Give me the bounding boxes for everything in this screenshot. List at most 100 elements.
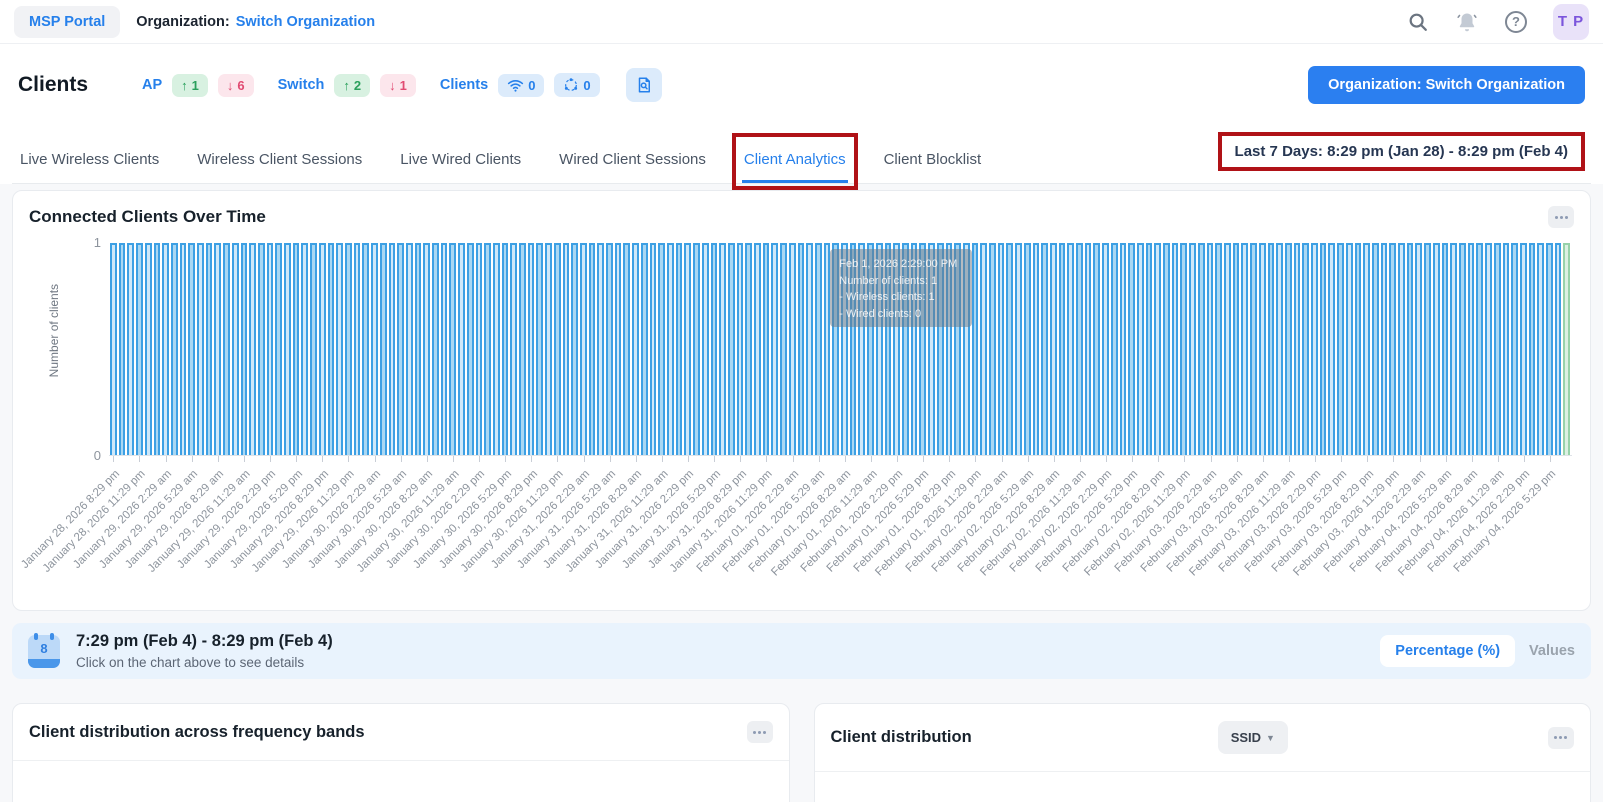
chart-bar[interactable] — [1189, 243, 1196, 455]
chart-bar[interactable] — [1136, 243, 1144, 455]
chart-bar[interactable] — [1102, 243, 1109, 455]
chart-bar[interactable] — [318, 243, 326, 455]
bell-icon[interactable] — [1455, 10, 1479, 34]
chart-bar[interactable] — [980, 243, 988, 455]
switch-stat-label[interactable]: Switch — [278, 77, 325, 93]
frequency-bands-menu-ellipsis-icon[interactable] — [746, 721, 773, 743]
chart-bar[interactable] — [301, 243, 309, 455]
chart-bar[interactable] — [240, 243, 248, 455]
chart-bar[interactable] — [1049, 243, 1057, 455]
chart-bar[interactable] — [606, 243, 613, 455]
chart-bar[interactable] — [1180, 243, 1188, 455]
chart-bar[interactable] — [1171, 243, 1179, 455]
chart-bar[interactable] — [536, 243, 544, 455]
chart-bar[interactable] — [1502, 243, 1510, 455]
chart-bar[interactable] — [336, 243, 343, 455]
chart-bar[interactable] — [153, 243, 161, 455]
chart-bar[interactable] — [1398, 243, 1405, 455]
chart-bar[interactable] — [492, 243, 500, 455]
chart-bar[interactable] — [579, 243, 587, 455]
chart-bar[interactable] — [710, 243, 718, 455]
chart-bar[interactable] — [510, 243, 518, 455]
chart-bar[interactable] — [562, 243, 570, 455]
chart-bar[interactable] — [475, 243, 483, 455]
organization-switch-button[interactable]: Organization: Switch Organization — [1308, 66, 1585, 104]
chart-bar[interactable] — [1128, 243, 1135, 455]
chart-bar[interactable] — [405, 243, 413, 455]
ssid-dropdown[interactable]: SSID ▼ — [1217, 721, 1288, 754]
chart-bar[interactable] — [1537, 243, 1545, 455]
chart-bar[interactable] — [1493, 243, 1501, 455]
chart-bar[interactable] — [353, 243, 361, 455]
chart-bar[interactable] — [684, 243, 692, 455]
chart-bar[interactable] — [1319, 243, 1327, 455]
chart-bar[interactable] — [1450, 243, 1457, 455]
tab-live-wired-clients[interactable]: Live Wired Clients — [398, 137, 523, 183]
chart-bar[interactable] — [440, 243, 448, 455]
chart-bar[interactable] — [179, 243, 187, 455]
chart-bar[interactable] — [432, 243, 439, 455]
switch-down-badge[interactable]: ↓ 1 — [380, 73, 416, 97]
chart-bar[interactable] — [257, 243, 265, 455]
chart-bar[interactable] — [1302, 243, 1310, 455]
chart-bar[interactable] — [1241, 243, 1249, 455]
chart-bar[interactable] — [136, 243, 143, 455]
chart-bar[interactable] — [736, 243, 744, 455]
chart-bar[interactable] — [675, 243, 683, 455]
chart-bar[interactable] — [1093, 243, 1101, 455]
chart-bar[interactable] — [1328, 243, 1336, 455]
chart-bar[interactable] — [1476, 243, 1484, 455]
chart-bar[interactable] — [275, 243, 283, 455]
chart-bar[interactable] — [623, 243, 631, 455]
chart-bar[interactable] — [144, 243, 152, 455]
chart-bar[interactable] — [397, 243, 404, 455]
chart-bar[interactable] — [806, 243, 813, 455]
chart-bar[interactable] — [797, 243, 805, 455]
chart-bar[interactable] — [1076, 243, 1083, 455]
chart-bar[interactable] — [1371, 243, 1379, 455]
chart-bar[interactable] — [1250, 243, 1257, 455]
tab-wired-client-sessions[interactable]: Wired Client Sessions — [557, 137, 708, 183]
chart-bar[interactable] — [292, 243, 300, 455]
chart-bar[interactable] — [1206, 243, 1214, 455]
chart-bar[interactable] — [1041, 243, 1048, 455]
chart-bar[interactable] — [1267, 243, 1275, 455]
chart-bar[interactable] — [1258, 243, 1266, 455]
ap-up-badge[interactable]: ↑ 1 — [172, 73, 208, 97]
chart-bar[interactable] — [1345, 243, 1353, 455]
client-search-button[interactable] — [625, 68, 662, 102]
chart-bar[interactable] — [310, 243, 317, 455]
chart-bar[interactable] — [1058, 243, 1066, 455]
ap-stat-label[interactable]: AP — [142, 77, 162, 93]
client-distribution-menu-ellipsis-icon[interactable] — [1547, 726, 1574, 749]
chart-bar[interactable] — [1276, 243, 1283, 455]
chart-bar[interactable] — [1224, 243, 1231, 455]
chart-bar[interactable] — [997, 243, 1005, 455]
chart-bar[interactable] — [1163, 243, 1170, 455]
chart-bar[interactable] — [1232, 243, 1240, 455]
wireless-clients-badge[interactable]: 0 — [498, 73, 545, 97]
chart-bar[interactable] — [1015, 243, 1022, 455]
chart-bar[interactable] — [1546, 243, 1553, 455]
chart-bar[interactable] — [1528, 243, 1536, 455]
chart-bar[interactable] — [1432, 243, 1440, 455]
chart-bar[interactable] — [344, 243, 352, 455]
chart-bar[interactable] — [449, 243, 457, 455]
chart-bar[interactable] — [701, 243, 709, 455]
chart-bar[interactable] — [118, 243, 126, 455]
chart-bar[interactable] — [719, 243, 726, 455]
chart-bar[interactable] — [466, 243, 474, 455]
tab-client-blocklist[interactable]: Client Blocklist — [882, 137, 984, 183]
chart-bar[interactable] — [231, 243, 239, 455]
search-icon[interactable] — [1407, 11, 1429, 33]
chart-bar[interactable] — [1311, 243, 1318, 455]
chart-bar[interactable] — [1215, 243, 1222, 455]
chart-bar[interactable] — [1337, 243, 1344, 455]
chart-bar[interactable] — [205, 243, 213, 455]
chart-bar[interactable] — [693, 243, 700, 455]
chart-bar[interactable] — [571, 243, 578, 455]
ap-down-badge[interactable]: ↓ 6 — [217, 73, 254, 97]
chart-bar[interactable] — [1154, 243, 1162, 455]
chart-bar[interactable] — [170, 243, 178, 455]
msp-portal-button[interactable]: MSP Portal — [14, 5, 121, 38]
